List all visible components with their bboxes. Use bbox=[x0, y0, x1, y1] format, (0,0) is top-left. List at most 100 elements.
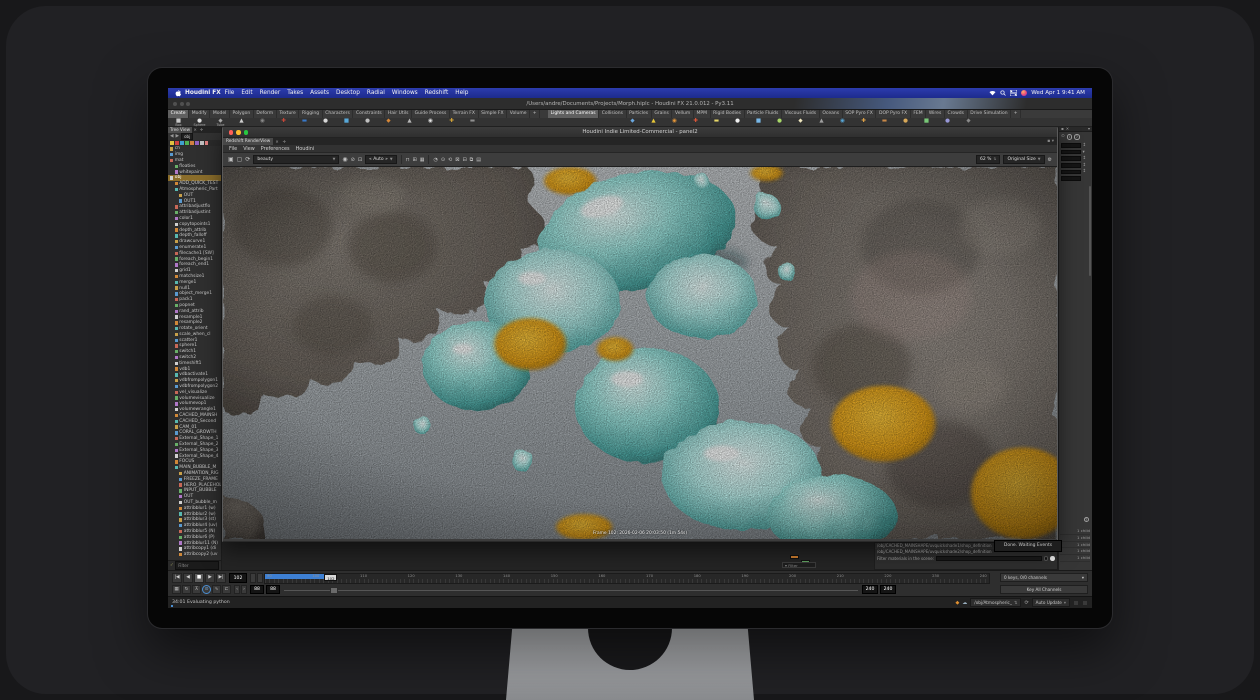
shelf-tool-icon[interactable]: ● bbox=[895, 118, 916, 126]
shelf-tool-icon[interactable]: ◆ bbox=[622, 118, 643, 126]
image-size-dropdown[interactable]: Original Size▼ bbox=[1003, 155, 1044, 164]
param-row[interactable]: ▾ bbox=[1061, 150, 1090, 155]
aov-dropdown[interactable]: beauty▼ bbox=[253, 155, 339, 164]
playback-end-field[interactable]: 240 bbox=[862, 585, 878, 594]
shelf-tab[interactable]: Particle Fluids bbox=[745, 110, 782, 118]
shelf-tab[interactable]: Polygon bbox=[230, 110, 254, 118]
param-row[interactable]: ↕ bbox=[1061, 163, 1090, 168]
shelf-tool-icon[interactable]: ▲ bbox=[399, 118, 420, 126]
shelf-tab[interactable]: DOP Pyro FX bbox=[876, 110, 910, 118]
shelf-tab[interactable]: Constraints bbox=[353, 110, 385, 118]
shelf-tool-icon[interactable]: ● bbox=[357, 118, 378, 126]
corner-tool-icon[interactable] bbox=[1073, 600, 1079, 606]
shelf-tab[interactable]: Rigging bbox=[299, 110, 322, 118]
flipbook-icon[interactable]: ▦ bbox=[172, 585, 181, 594]
shelf-tool-icon[interactable]: ◉ bbox=[832, 118, 853, 126]
shelf-tool-icon[interactable]: ✚ bbox=[685, 118, 706, 126]
shelf-tab[interactable]: Modify bbox=[189, 110, 210, 118]
tags-icon[interactable]: ⊏ bbox=[222, 585, 231, 594]
range-next-icon[interactable]: › bbox=[241, 585, 247, 594]
shelf-tab[interactable]: FEM bbox=[911, 110, 927, 118]
param-row[interactable] bbox=[1061, 176, 1090, 181]
shelf-tool-icon[interactable]: ▲ bbox=[231, 118, 252, 126]
lock-icon[interactable]: ⊓ bbox=[406, 155, 410, 165]
pane-menu-icon[interactable]: ▪ ▾ bbox=[1047, 139, 1054, 144]
shelf-tool-icon[interactable]: ▬ bbox=[294, 118, 315, 126]
renderview-menu-item[interactable]: File bbox=[229, 146, 237, 152]
network-node-chip[interactable] bbox=[790, 555, 799, 559]
tree-path[interactable]: obj bbox=[181, 133, 193, 140]
shelf-tab[interactable]: Wires bbox=[926, 110, 945, 118]
jump-icon[interactable]: ↕ bbox=[1083, 156, 1087, 161]
shelf-tab[interactable]: Texture bbox=[277, 110, 300, 118]
shelf-tool-icon[interactable]: ● bbox=[315, 118, 336, 126]
shelf-tab[interactable]: Collisions bbox=[599, 110, 626, 118]
menubar-item[interactable]: Redshift bbox=[425, 90, 449, 96]
tree-filter-input[interactable]: Filter bbox=[175, 561, 219, 570]
back-icon[interactable]: ◀ bbox=[170, 134, 174, 139]
zoom-level-field[interactable]: 62 %⇅ bbox=[976, 155, 1000, 164]
shelf-tool-icon[interactable]: ■ bbox=[748, 118, 769, 126]
playback-start-field[interactable]: 88 bbox=[266, 585, 280, 594]
param-row[interactable]: ↕ bbox=[1061, 169, 1090, 174]
network-category-icon[interactable] bbox=[180, 141, 184, 145]
shelf-tool-icon[interactable]: ◉ bbox=[664, 118, 685, 126]
play-button[interactable]: ▶ bbox=[205, 573, 215, 583]
substep-button[interactable] bbox=[250, 573, 256, 583]
shelf-tab[interactable]: + bbox=[530, 110, 540, 118]
network-category-icon[interactable] bbox=[195, 141, 199, 145]
info-icon[interactable]: i bbox=[1067, 134, 1073, 140]
layers-icon[interactable]: ▤ bbox=[476, 155, 481, 165]
shelf-tab[interactable]: Lights and Cameras bbox=[548, 110, 599, 118]
refresh-icon[interactable]: ⟳ bbox=[1024, 600, 1028, 606]
jump-icon[interactable]: ↕ bbox=[1083, 163, 1087, 168]
export-icon[interactable]: ⊼ bbox=[192, 585, 201, 594]
cloud-icon[interactable]: ☁ bbox=[962, 600, 967, 606]
shelf-tool-icon[interactable]: ✚ bbox=[441, 118, 462, 126]
shelf-tool-icon[interactable]: ◉ bbox=[420, 118, 441, 126]
tab-redshift-renderview[interactable]: Redshift RenderView bbox=[223, 138, 273, 145]
fit-icon[interactable]: ⊟ bbox=[462, 155, 466, 165]
shelf-tool-icon[interactable]: ▲ bbox=[811, 118, 832, 126]
menubar-item[interactable]: Assets bbox=[310, 90, 329, 96]
shelf-tab[interactable]: Deform bbox=[254, 110, 277, 118]
renderview-menu-item[interactable]: Preferences bbox=[261, 146, 290, 152]
add-tab-icon[interactable]: ✛ bbox=[200, 127, 203, 132]
substep-button[interactable] bbox=[257, 573, 263, 583]
network-filter-input[interactable]: ▾ Filter bbox=[782, 562, 816, 568]
shelf-tab[interactable]: Vellum bbox=[672, 110, 693, 118]
autokey-icon[interactable]: ↻ bbox=[182, 585, 191, 594]
update-mode-dropdown[interactable]: Auto Update▾ bbox=[1032, 598, 1070, 607]
crop-icon[interactable]: ⊡ bbox=[358, 155, 362, 165]
auto-dropdown[interactable]: « Auto »▼ bbox=[365, 155, 397, 164]
add-tab-icon[interactable]: ✛ bbox=[283, 139, 286, 144]
jump-start-button[interactable]: |◀ bbox=[172, 573, 182, 583]
warning-icon[interactable]: ◆ bbox=[955, 600, 959, 606]
menubar-item[interactable]: File bbox=[225, 90, 235, 96]
filter-toggle-icon[interactable]: ✓ bbox=[170, 563, 174, 568]
light-sphere-icon[interactable] bbox=[1050, 556, 1055, 561]
render-icon[interactable]: ▣ bbox=[228, 155, 234, 165]
param-row[interactable]: ↕ bbox=[1061, 143, 1090, 148]
menubar-clock[interactable]: Wed Apr 1 9:41 AM bbox=[1031, 90, 1085, 96]
scrollbar[interactable] bbox=[1089, 186, 1091, 276]
range-prev-icon[interactable]: ‹ bbox=[234, 585, 240, 594]
play-reverse-button[interactable]: ◀ bbox=[183, 573, 193, 583]
shelf-tab[interactable]: Create bbox=[168, 110, 189, 118]
forward-icon[interactable]: ▶ bbox=[176, 134, 180, 139]
shelf-tab[interactable]: Oceans bbox=[820, 110, 843, 118]
menubar-item[interactable]: Edit bbox=[241, 90, 252, 96]
timeline-ruler[interactable]: 9010011012013014015016017018019020021022… bbox=[264, 573, 990, 584]
menubar-item[interactable]: Takes bbox=[287, 90, 303, 96]
menubar-item[interactable]: Help bbox=[455, 90, 468, 96]
tree-node[interactable]: attribcopy2 (uv bbox=[168, 552, 221, 558]
range-slider-handle[interactable] bbox=[330, 587, 338, 594]
playhead[interactable]: 102 bbox=[324, 574, 337, 581]
wifi-icon[interactable] bbox=[989, 90, 996, 96]
shelf-tool-icon[interactable]: ● bbox=[727, 118, 748, 126]
corner-tool-icon[interactable] bbox=[1082, 600, 1088, 606]
shelf-tab[interactable]: Hair Utils bbox=[385, 110, 412, 118]
snapshot-icon[interactable]: ▢ bbox=[237, 155, 243, 165]
menubar-item[interactable]: Render bbox=[260, 90, 281, 96]
menubar-app-name[interactable]: Houdini FX bbox=[185, 90, 221, 96]
